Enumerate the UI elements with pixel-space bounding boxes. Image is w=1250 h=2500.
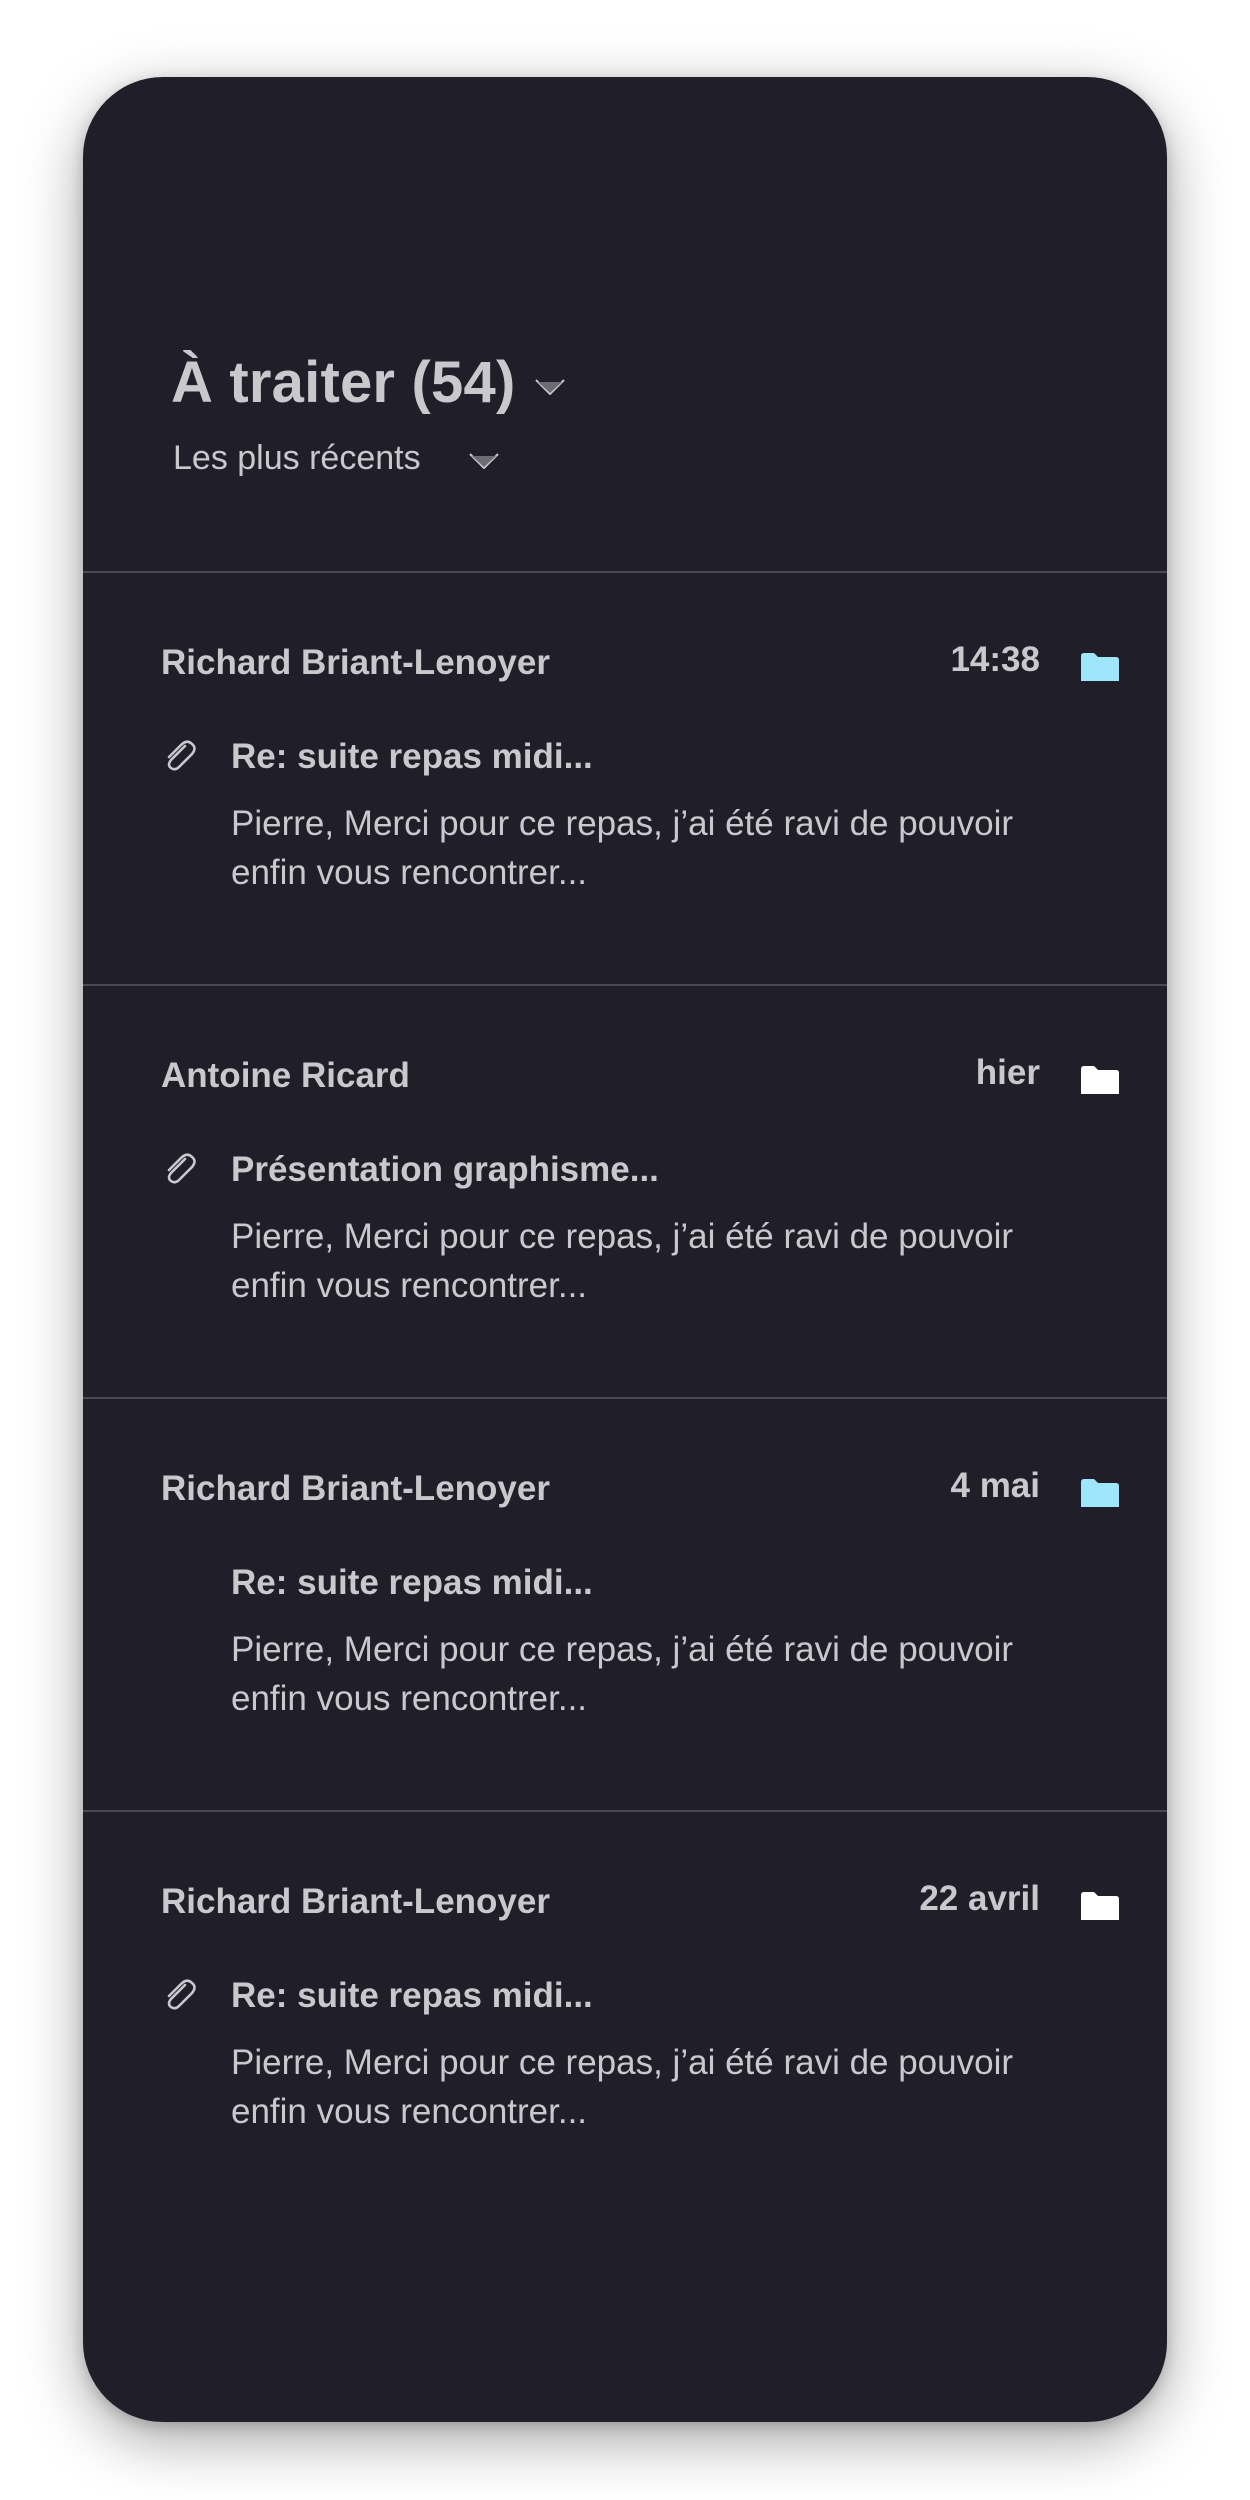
phone-frame: À traiter (54) Les plus récents Richard … bbox=[83, 77, 1167, 2422]
email-sender: Richard Briant-Lenoyer bbox=[161, 643, 550, 682]
paperclip-icon bbox=[167, 1153, 196, 1184]
email-subject: Re: suite repas midi... bbox=[231, 1976, 593, 2015]
email-preview: Pierre, Merci pour ce repas, j’ai été ra… bbox=[231, 804, 1014, 892]
list-item[interactable]: Richard Briant-Lenoyer 22 avril Re: suit… bbox=[83, 1812, 1167, 2223]
email-subject: Re: suite repas midi... bbox=[231, 737, 593, 776]
list-item[interactable]: Richard Briant-Lenoyer 14:38 Re: suite r… bbox=[83, 573, 1167, 984]
email-sender: Antoine Ricard bbox=[161, 1056, 410, 1095]
list-item[interactable]: Richard Briant-Lenoyer 4 mai Re: suite r… bbox=[83, 1399, 1167, 1810]
email-subject: Re: suite repas midi... bbox=[231, 1563, 593, 1602]
chevron-down-icon[interactable] bbox=[535, 378, 566, 395]
email-date: hier bbox=[975, 1053, 1040, 1092]
folder-icon[interactable] bbox=[1081, 653, 1119, 681]
email-preview: Pierre, Merci pour ce repas, j’ai été ra… bbox=[231, 1630, 1014, 1718]
email-sender: Richard Briant-Lenoyer bbox=[161, 1882, 550, 1921]
sort-label: Les plus récents bbox=[173, 439, 421, 477]
email-preview: Pierre, Merci pour ce repas, j’ai été ra… bbox=[231, 2043, 1014, 2131]
email-subject: Présentation graphisme... bbox=[231, 1150, 659, 1189]
inbox-header: À traiter (54) Les plus récents bbox=[83, 77, 1167, 572]
folder-icon[interactable] bbox=[1081, 1892, 1119, 1920]
chevron-down-icon[interactable] bbox=[468, 452, 499, 469]
paperclip-icon bbox=[167, 740, 196, 771]
folder-icon[interactable] bbox=[1081, 1066, 1119, 1094]
folder-icon[interactable] bbox=[1081, 1479, 1119, 1507]
sort-selector[interactable]: Les plus récents bbox=[173, 439, 499, 478]
email-sender: Richard Briant-Lenoyer bbox=[161, 1469, 550, 1508]
email-date: 4 mai bbox=[950, 1466, 1041, 1505]
list-item[interactable]: Antoine Ricard hier Présentation graphis… bbox=[83, 986, 1167, 1397]
email-preview: Pierre, Merci pour ce repas, j’ai été ra… bbox=[231, 1217, 1014, 1305]
email-date: 22 avril bbox=[919, 1879, 1040, 1918]
paperclip-icon bbox=[167, 1979, 196, 2010]
folder-selector[interactable]: À traiter (54) bbox=[171, 349, 566, 416]
email-date: 14:38 bbox=[950, 640, 1040, 679]
page-title: À traiter (54) bbox=[171, 350, 516, 415]
